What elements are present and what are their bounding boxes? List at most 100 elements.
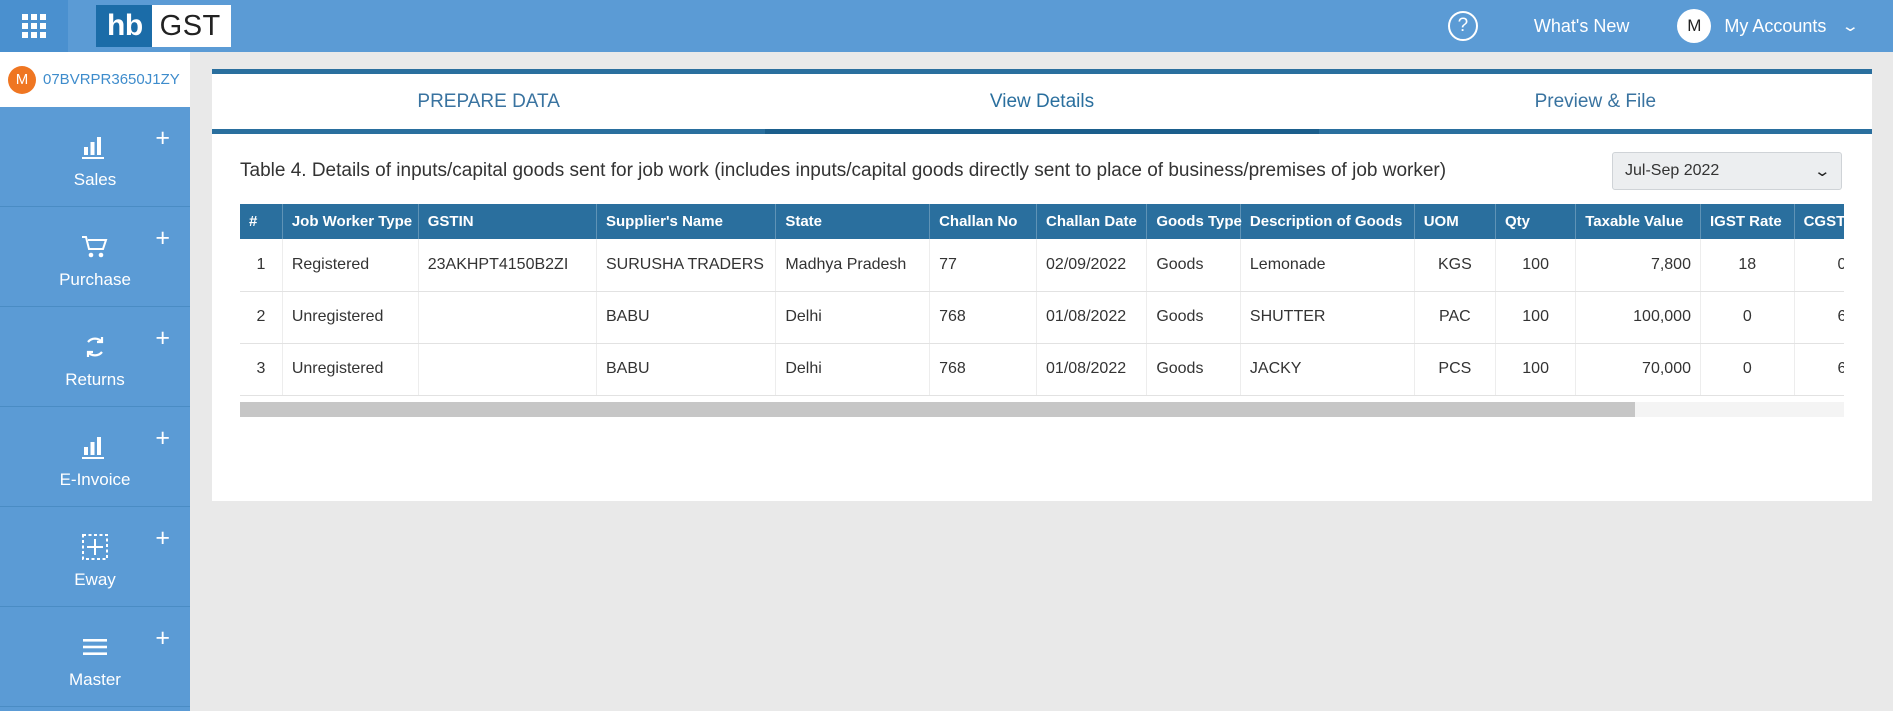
gstin-avatar: M bbox=[8, 65, 36, 94]
sidebar-item-label: Returns bbox=[65, 369, 125, 389]
sidebar-nav: + Sales + Purchase + Returns + E-Invoice + Eway + M… bbox=[0, 107, 190, 707]
sidebar: M 07BVRPR3650J1ZY + Sales + Purchase + Return… bbox=[0, 52, 190, 711]
cell-jwt: Registered bbox=[282, 239, 419, 292]
cell-sn: 1 bbox=[240, 239, 283, 292]
tab-view-details[interactable]: View Details bbox=[765, 74, 1319, 134]
bar-chart-icon bbox=[78, 130, 112, 164]
column-header-label: Challan No bbox=[939, 213, 1018, 230]
apps-grid-icon bbox=[22, 14, 46, 38]
cell-state: Madhya Pradesh bbox=[775, 239, 931, 292]
column-header-label: UOM bbox=[1423, 213, 1459, 230]
horizontal-scrollbar-thumb[interactable] bbox=[240, 401, 1636, 417]
job-work-details-table: # Job Worker Type GSTIN Supplier's Name Stat… bbox=[240, 204, 1844, 396]
cell-desc: JACKY bbox=[1240, 343, 1415, 396]
cell-uom: KGS bbox=[1414, 239, 1497, 292]
refresh-cycle-icon bbox=[78, 330, 112, 364]
cell-supp: BABU bbox=[596, 291, 777, 344]
sidebar-add-e-invoice-icon[interactable]: + bbox=[155, 426, 170, 451]
column-header-label: Qty bbox=[1505, 213, 1531, 230]
cell-cgst: 0 bbox=[1794, 239, 1844, 292]
column-header-jwt[interactable]: Job Worker Type bbox=[282, 204, 419, 239]
cell-uom: PAC bbox=[1414, 291, 1497, 344]
table-row[interactable]: 2 Unregistered BABU Delhi 768 01/08/2022 Goods… bbox=[240, 291, 1844, 344]
column-header-label: Job Worker Type bbox=[291, 213, 413, 230]
column-header-desc[interactable]: Description of Goods bbox=[1240, 204, 1415, 239]
cell-tval: 70,000 bbox=[1575, 343, 1701, 396]
column-header-qty[interactable]: Qty bbox=[1495, 204, 1577, 239]
column-header-uom[interactable]: UOM bbox=[1414, 204, 1497, 239]
table-row[interactable]: 1 Registered 23AKHPT4150B2ZI SURUSHA TRADER… bbox=[240, 239, 1844, 292]
sidebar-item-label: Sales bbox=[73, 169, 117, 189]
sidebar-item-eway[interactable]: + Eway bbox=[0, 507, 190, 607]
column-header-label: Description of Goods bbox=[1249, 213, 1403, 230]
cell-jwt: Unregistered bbox=[282, 291, 419, 344]
apps-grid-button[interactable] bbox=[0, 0, 68, 52]
column-header-sn[interactable]: # bbox=[240, 204, 283, 239]
cell-chno: 768 bbox=[929, 343, 1038, 396]
help-icon[interactable]: ? bbox=[1447, 11, 1478, 41]
cell-gstin bbox=[418, 343, 597, 396]
cell-uom: PCS bbox=[1414, 343, 1497, 396]
sidebar-item-label: Purchase bbox=[59, 269, 131, 289]
cell-gtype: Goods bbox=[1146, 291, 1241, 344]
main-content: PREPARE DATA View Details Preview & File T… bbox=[190, 52, 1893, 711]
sidebar-item-sales[interactable]: + Sales bbox=[0, 107, 190, 207]
chevron-down-icon: ⌄ bbox=[1841, 18, 1861, 35]
top-app-bar: hb GST ? What's New M My Accounts ⌄ bbox=[0, 0, 1893, 52]
period-select-value: Jul-Sep 2022 bbox=[1625, 162, 1720, 179]
column-header-cgst[interactable]: CGST Rate bbox=[1794, 204, 1844, 239]
column-header-chno[interactable]: Challan No bbox=[929, 204, 1038, 239]
whats-new-link[interactable]: What's New bbox=[1534, 16, 1629, 37]
column-header-gstin[interactable]: GSTIN bbox=[418, 204, 597, 239]
column-header-chdt[interactable]: Challan Date bbox=[1036, 204, 1148, 239]
grid-dashed-icon bbox=[78, 530, 112, 564]
my-accounts-menu[interactable]: M My Accounts ⌄ bbox=[1677, 9, 1861, 43]
app-logo[interactable]: hb GST bbox=[96, 5, 231, 47]
gstin-selector[interactable]: M 07BVRPR3650J1ZY bbox=[0, 52, 190, 107]
cell-cgst: 6 bbox=[1794, 291, 1844, 344]
column-header-supp[interactable]: Supplier's Name bbox=[596, 204, 777, 239]
sidebar-add-purchase-icon[interactable]: + bbox=[155, 226, 170, 251]
sidebar-item-master[interactable]: + Master bbox=[0, 607, 190, 707]
cell-igst: 0 bbox=[1700, 343, 1795, 396]
column-header-label: Taxable Value bbox=[1585, 213, 1684, 230]
logo-gst-text: GST bbox=[151, 5, 231, 47]
column-header-gtype[interactable]: Goods Type bbox=[1146, 204, 1242, 239]
tab-preview-file[interactable]: Preview & File bbox=[1319, 74, 1872, 129]
cell-sn: 3 bbox=[240, 343, 283, 396]
gstin-label: 07BVRPR3650J1ZY bbox=[43, 71, 180, 88]
tab-label: Preview & File bbox=[1534, 90, 1657, 112]
cell-chno: 768 bbox=[929, 291, 1038, 344]
period-select[interactable]: Jul-Sep 2022 ⌄ bbox=[1612, 152, 1842, 190]
cell-state: Delhi bbox=[775, 343, 931, 396]
column-header-state[interactable]: State bbox=[775, 204, 931, 239]
sidebar-item-returns[interactable]: + Returns bbox=[0, 307, 190, 407]
page-title: Table 4. Details of inputs/capital goods… bbox=[240, 160, 1447, 181]
sidebar-add-eway-icon[interactable]: + bbox=[155, 526, 170, 551]
sidebar-add-returns-icon[interactable]: + bbox=[155, 326, 170, 351]
cell-tval: 7,800 bbox=[1575, 239, 1701, 292]
tab-prepare-data[interactable]: PREPARE DATA bbox=[212, 74, 765, 129]
sidebar-item-label: Master bbox=[69, 669, 121, 689]
hamburger-menu-icon bbox=[78, 630, 112, 664]
tab-label: View Details bbox=[989, 90, 1095, 112]
chevron-down-icon: ⌄ bbox=[1813, 163, 1832, 180]
cell-tval: 100,000 bbox=[1575, 291, 1701, 344]
sidebar-item-purchase[interactable]: + Purchase bbox=[0, 207, 190, 307]
cell-chdt: 02/09/2022 bbox=[1036, 239, 1148, 292]
cell-gtype: Goods bbox=[1146, 239, 1241, 292]
sidebar-item-e-invoice[interactable]: + E-Invoice bbox=[0, 407, 190, 507]
sidebar-add-master-icon[interactable]: + bbox=[155, 626, 170, 651]
column-header-tval[interactable]: Taxable Value bbox=[1575, 204, 1701, 239]
content-card: PREPARE DATA View Details Preview & File T… bbox=[212, 69, 1872, 501]
data-table-viewport: # Job Worker Type GSTIN Supplier's Name Stat… bbox=[240, 204, 1844, 396]
cell-gstin bbox=[418, 291, 597, 344]
cell-chdt: 01/08/2022 bbox=[1036, 343, 1148, 396]
table-row[interactable]: 3 Unregistered BABU Delhi 768 01/08/2022 Goods… bbox=[240, 343, 1844, 396]
column-header-label: GSTIN bbox=[427, 213, 474, 230]
column-header-label: IGST Rate bbox=[1709, 213, 1782, 230]
sidebar-add-sales-icon[interactable]: + bbox=[155, 126, 170, 151]
column-header-igst[interactable]: IGST Rate bbox=[1700, 204, 1795, 239]
horizontal-scrollbar[interactable] bbox=[240, 401, 1844, 417]
table-header: # Job Worker Type GSTIN Supplier's Name Stat… bbox=[240, 204, 1844, 239]
